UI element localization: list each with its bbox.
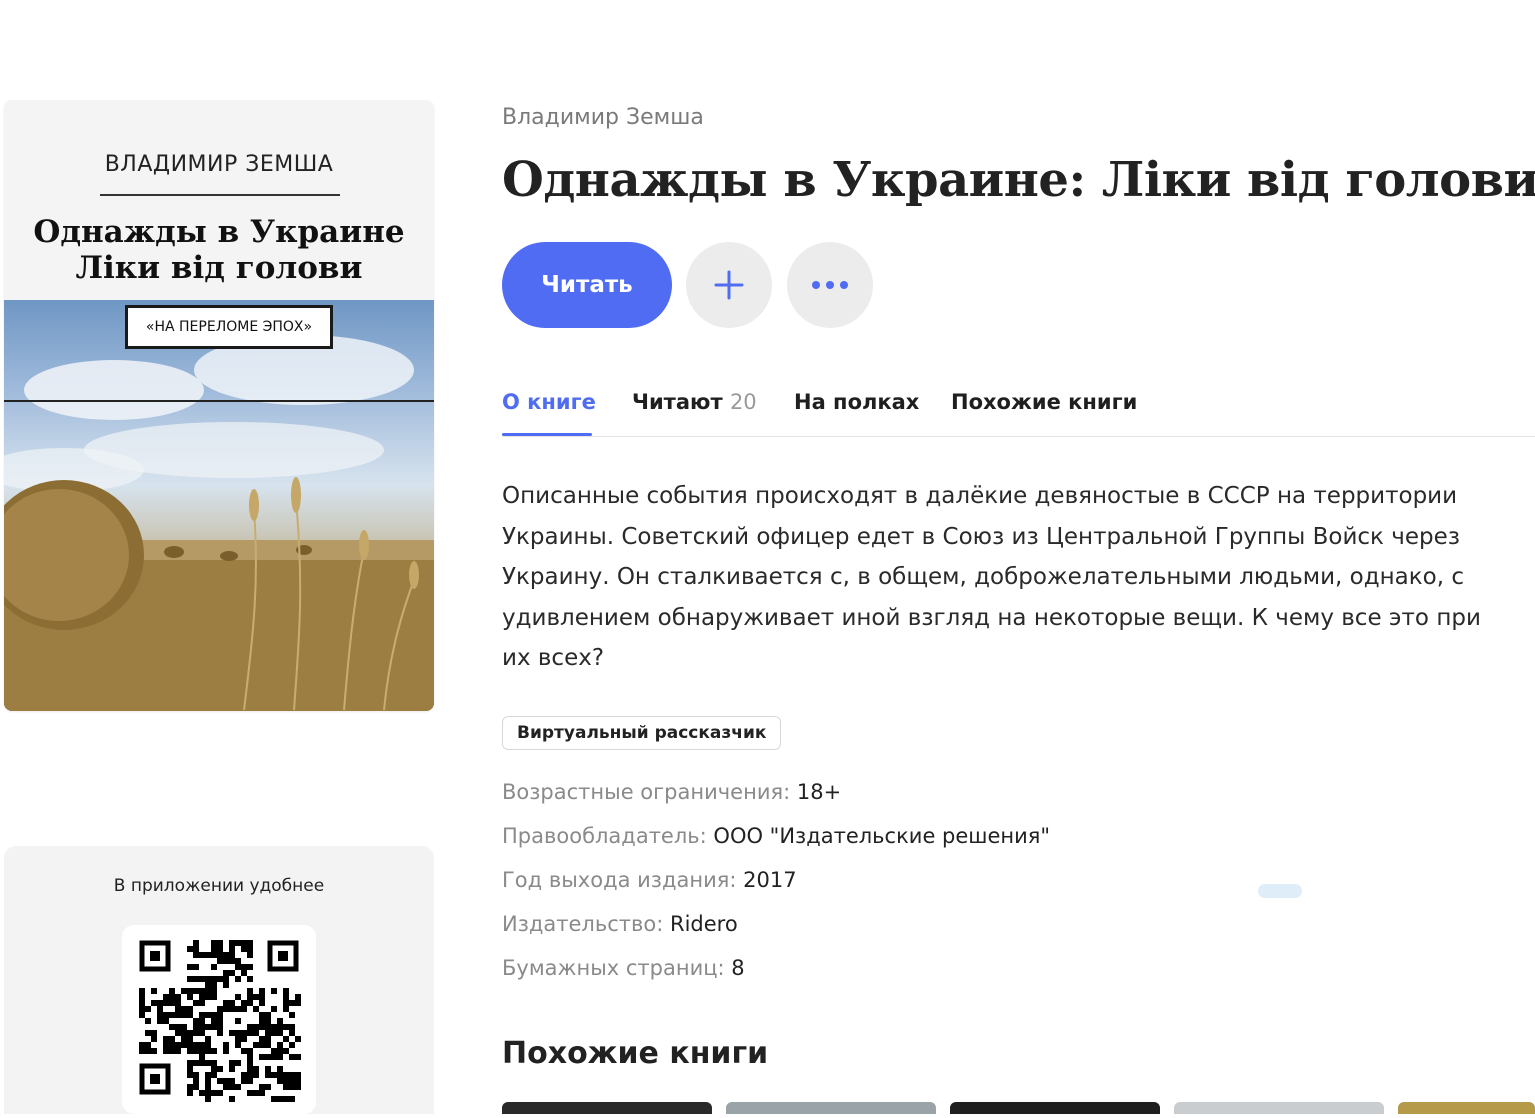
cover-header: ВЛАДИМИР ЗЕМША Однажды в Украине Ліки ві… bbox=[4, 100, 434, 300]
meta-value-link[interactable]: Ridero bbox=[670, 912, 738, 936]
book-title: Однажды в Украине: Ліки від голови bbox=[502, 152, 1535, 208]
meta-label: Бумажных страниц: bbox=[502, 956, 725, 980]
similar-books-heading: Похожие книги bbox=[502, 1036, 769, 1071]
description-line: Украину. Он сталкивается с, в общем, доб… bbox=[502, 564, 1465, 590]
add-to-shelf-button[interactable] bbox=[686, 242, 772, 328]
tab-about-label: О книге bbox=[502, 390, 596, 414]
more-options-button[interactable] bbox=[787, 242, 873, 328]
screen-glare bbox=[1258, 884, 1302, 898]
book-meta: Возрастные ограничения: 18+ Правообладат… bbox=[502, 778, 1050, 998]
tab-readers[interactable]: Читают 20 bbox=[632, 390, 757, 414]
meta-label: Год выхода издания: bbox=[502, 868, 737, 892]
meta-label: Правообладатель: bbox=[502, 824, 707, 848]
meta-value: 2017 bbox=[743, 868, 797, 892]
tab-similar-books[interactable]: Похожие книги bbox=[951, 390, 1137, 414]
qr-code-icon bbox=[139, 940, 301, 1102]
meta-publisher: Издательство: Ridero bbox=[502, 910, 1050, 954]
similar-book-thumb[interactable] bbox=[1174, 1102, 1384, 1114]
book-tabs: О книге Читают 20 На полках Похожие книг… bbox=[502, 386, 1535, 437]
cover-series-label: «НА ПЕРЕЛОМЕ ЭПОХ» bbox=[125, 305, 333, 349]
meta-label: Возрастные ограничения: bbox=[502, 780, 791, 804]
meta-value-link[interactable]: ООО "Издательские решения" bbox=[713, 824, 1050, 848]
virtual-narrator-badge[interactable]: Виртуальный рассказчик bbox=[502, 716, 782, 750]
similar-book-thumb[interactable] bbox=[502, 1102, 712, 1114]
tab-readers-label: Читают bbox=[632, 390, 723, 414]
similar-book-thumb[interactable] bbox=[726, 1102, 936, 1114]
tab-on-shelves-label: На полках bbox=[794, 390, 920, 414]
meta-label: Издательство: bbox=[502, 912, 664, 936]
cover-landscape-image bbox=[4, 335, 434, 711]
tab-readers-count: 20 bbox=[729, 390, 757, 414]
similar-books-row bbox=[0, 1102, 1535, 1114]
more-dots-icon bbox=[812, 281, 848, 289]
meta-publication-year: Год выхода издания: 2017 bbox=[502, 866, 1050, 910]
meta-value: 18+ bbox=[796, 780, 842, 804]
similar-book-thumb[interactable] bbox=[1398, 1102, 1535, 1114]
description-line: Украины. Советский офицер едет в Союз из… bbox=[502, 523, 1460, 550]
meta-rightsholder: Правообладатель: ООО "Издательские решен… bbox=[502, 822, 1050, 866]
meta-paper-pages: Бумажных страниц: 8 bbox=[502, 954, 1050, 998]
read-button[interactable]: Читать bbox=[502, 242, 672, 328]
cover-frame-line bbox=[4, 400, 434, 402]
similar-book-thumb[interactable] bbox=[950, 1102, 1160, 1114]
description-line: их всех? bbox=[502, 645, 605, 671]
book-description: Описанные события происходят в далёкие д… bbox=[502, 476, 1535, 679]
cover-title-line-2: Ліки від голови bbox=[75, 250, 363, 286]
cover-divider bbox=[100, 194, 340, 196]
description-line: удивлением обнаруживает иной взгляд на н… bbox=[502, 604, 1481, 631]
app-promo-text: В приложении удобнее bbox=[113, 876, 325, 896]
tab-about[interactable]: О книге bbox=[502, 390, 596, 414]
tab-similar-books-label: Похожие книги bbox=[951, 390, 1138, 414]
active-tab-indicator bbox=[502, 433, 592, 436]
tab-on-shelves[interactable]: На полках bbox=[794, 390, 919, 414]
cover-title: Однажды в Украине Ліки від голови bbox=[4, 214, 434, 286]
description-line: Описанные события происходят в далёкие д… bbox=[502, 483, 1458, 509]
app-promo: В приложении удобнее bbox=[4, 846, 434, 1114]
cover-author: ВЛАДИМИР ЗЕМША bbox=[104, 152, 334, 177]
book-author-link[interactable]: Владимир Земша bbox=[502, 105, 704, 130]
plus-icon bbox=[714, 270, 744, 300]
meta-age-rating: Возрастные ограничения: 18+ bbox=[502, 778, 1050, 822]
cover-photo bbox=[4, 300, 434, 711]
meta-value: 8 bbox=[731, 956, 745, 980]
qr-code bbox=[122, 925, 316, 1114]
book-cover[interactable]: ВЛАДИМИР ЗЕМША Однажды в Украине Ліки ві… bbox=[4, 100, 434, 711]
cover-title-line-1: Однажды в Украине bbox=[33, 214, 405, 250]
